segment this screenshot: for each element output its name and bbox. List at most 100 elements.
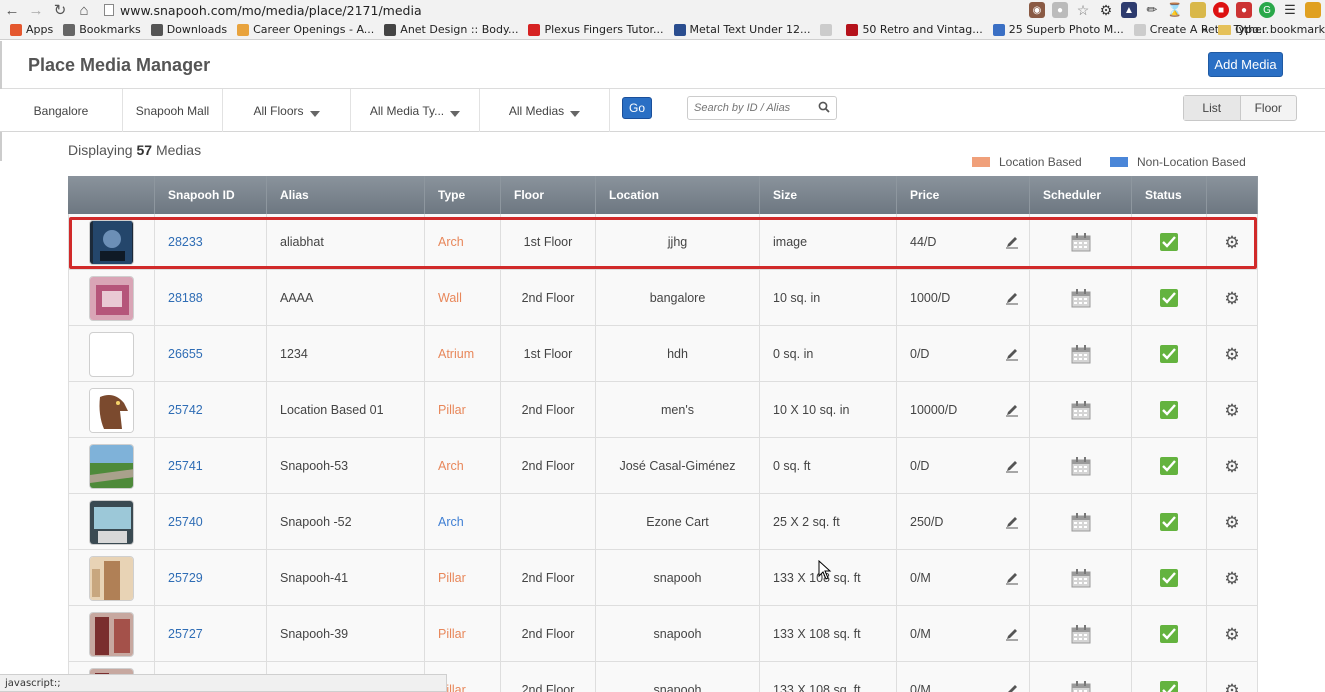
menu-icon[interactable]: ☰ — [1282, 2, 1298, 18]
floor-view-button[interactable]: Floor — [1241, 96, 1297, 120]
pencil-icon[interactable] — [1005, 571, 1019, 585]
gear-icon[interactable]: ⚙ — [1224, 346, 1239, 363]
calendar-icon[interactable] — [1071, 344, 1091, 364]
bookmark-item[interactable]: 25 Superb Photo M... — [992, 23, 1124, 36]
price-cell: 44/D — [897, 214, 1030, 270]
alias-cell: Snapooh-39 — [267, 606, 425, 662]
home-icon[interactable]: ⌂ — [72, 0, 96, 20]
media-thumbnail[interactable] — [89, 387, 134, 433]
reload-icon[interactable]: ↻ — [48, 0, 72, 20]
forward-icon[interactable]: → — [24, 0, 48, 20]
pencil-icon[interactable] — [1005, 683, 1019, 692]
snapooh-id-link[interactable]: 25729 — [168, 571, 203, 585]
bookmark-item[interactable]: Plexus Fingers Tutor... — [528, 23, 664, 36]
gear-icon[interactable]: ⚙ — [1224, 570, 1239, 587]
search-input[interactable] — [688, 97, 813, 119]
check-icon[interactable] — [1160, 457, 1178, 475]
price-text: 1000/D — [910, 291, 951, 305]
calendar-icon[interactable] — [1071, 456, 1091, 476]
gear-icon[interactable]: ⚙ — [1224, 514, 1239, 531]
address-bar[interactable]: www.snapooh.com/mo/media/place/2171/medi… — [120, 3, 422, 18]
media-thumbnail[interactable] — [89, 275, 134, 321]
bookmark-item[interactable]: Anet Design :: Body... — [384, 23, 518, 36]
extension-icon[interactable] — [1305, 2, 1321, 18]
extension-icon[interactable]: ◉ — [1029, 2, 1045, 18]
snapooh-id-link[interactable]: 26655 — [168, 347, 203, 361]
place-label: Snapooh Mall — [135, 103, 210, 118]
check-icon[interactable] — [1160, 345, 1178, 363]
gear-icon[interactable]: ⚙ — [1224, 290, 1239, 307]
location-text: snapooh — [653, 683, 702, 692]
media-thumbnail[interactable] — [89, 555, 134, 601]
gear-icon[interactable]: ⚙ — [1098, 2, 1114, 18]
bookmark-item[interactable]: Career Openings - A... — [237, 23, 374, 36]
media-thumbnail[interactable] — [89, 611, 134, 657]
calendar-icon[interactable] — [1071, 568, 1091, 588]
calendar-icon[interactable] — [1071, 512, 1091, 532]
other-bookmarks[interactable]: » Other bookmark — [1201, 23, 1325, 36]
pencil-icon[interactable] — [1005, 627, 1019, 641]
check-icon[interactable] — [1160, 513, 1178, 531]
media-type-dropdown[interactable]: All Media Ty... — [351, 89, 480, 132]
stop-icon[interactable]: ■ — [1213, 2, 1229, 18]
search-icon[interactable] — [818, 101, 830, 113]
calendar-icon[interactable] — [1071, 624, 1091, 644]
medias-dropdown[interactable]: All Medias — [480, 89, 610, 132]
calendar-icon[interactable] — [1071, 680, 1091, 692]
media-thumbnail[interactable] — [89, 499, 134, 545]
media-thumbnail[interactable] — [89, 443, 134, 489]
check-icon[interactable] — [1160, 289, 1178, 307]
pencil-icon[interactable] — [1005, 235, 1019, 249]
gear-icon[interactable]: ⚙ — [1224, 682, 1239, 692]
star-icon[interactable]: ☆ — [1075, 2, 1091, 18]
eyedropper-icon[interactable]: ✏ — [1144, 2, 1160, 18]
extension-icon[interactable] — [1190, 2, 1206, 18]
snapooh-id-link[interactable]: 25727 — [168, 627, 203, 641]
bookmark-item[interactable]: Downloads — [150, 23, 227, 36]
hourglass-icon[interactable]: ⌛ — [1167, 2, 1183, 18]
extension-icon[interactable]: ● — [1236, 2, 1252, 18]
list-view-button[interactable]: List — [1184, 96, 1241, 120]
check-icon[interactable] — [1160, 625, 1178, 643]
snapooh-id-link[interactable]: 25741 — [168, 459, 203, 473]
pencil-icon[interactable] — [1005, 459, 1019, 473]
place-filter[interactable]: Snapooh Mall — [123, 89, 223, 132]
pencil-icon[interactable] — [1005, 291, 1019, 305]
check-icon[interactable] — [1160, 233, 1178, 251]
add-media-button[interactable]: Add Media — [1208, 52, 1283, 77]
bookmark-item[interactable]: Metal Text Under 12... — [673, 23, 810, 36]
pencil-icon[interactable] — [1005, 347, 1019, 361]
bookmark-item[interactable]: Bookmarks — [63, 23, 141, 36]
city-filter[interactable]: Bangalore — [0, 89, 123, 132]
gear-icon[interactable]: ⚙ — [1224, 234, 1239, 251]
back-icon[interactable]: ← — [0, 0, 24, 20]
gear-icon[interactable]: ⚙ — [1224, 402, 1239, 419]
check-icon[interactable] — [1160, 401, 1178, 419]
go-button[interactable]: Go — [622, 97, 652, 119]
browser-status-bar: javascript:; — [0, 674, 447, 692]
pencil-icon[interactable] — [1005, 403, 1019, 417]
bookmark-item[interactable]: Apps — [10, 23, 53, 36]
pencil-icon[interactable] — [1005, 515, 1019, 529]
bookmark-item[interactable]: 50 Retro and Vintag... — [846, 23, 983, 36]
overflow-chevron[interactable]: » — [1201, 23, 1208, 36]
check-icon[interactable] — [1160, 569, 1178, 587]
snapooh-id-link[interactable]: 25742 — [168, 403, 203, 417]
calendar-icon[interactable] — [1071, 288, 1091, 308]
media-thumbnail[interactable] — [89, 331, 134, 377]
snapooh-id-link[interactable]: 28233 — [168, 235, 203, 249]
extension-icon[interactable]: G — [1259, 2, 1275, 18]
floors-dropdown[interactable]: All Floors — [223, 89, 351, 132]
snapooh-id-link[interactable]: 25740 — [168, 515, 203, 529]
pin-icon[interactable]: ● — [1052, 2, 1068, 18]
calendar-icon[interactable] — [1071, 400, 1091, 420]
check-icon[interactable] — [1160, 681, 1178, 692]
extension-icon[interactable]: ▲ — [1121, 2, 1137, 18]
snapooh-id-link[interactable]: 28188 — [168, 291, 203, 305]
gear-icon[interactable]: ⚙ — [1224, 626, 1239, 643]
alias-text: Snapooh-41 — [280, 571, 349, 585]
media-thumbnail[interactable] — [89, 219, 134, 265]
bookmark-item[interactable] — [820, 23, 836, 36]
gear-icon[interactable]: ⚙ — [1224, 458, 1239, 475]
calendar-icon[interactable] — [1071, 232, 1091, 252]
